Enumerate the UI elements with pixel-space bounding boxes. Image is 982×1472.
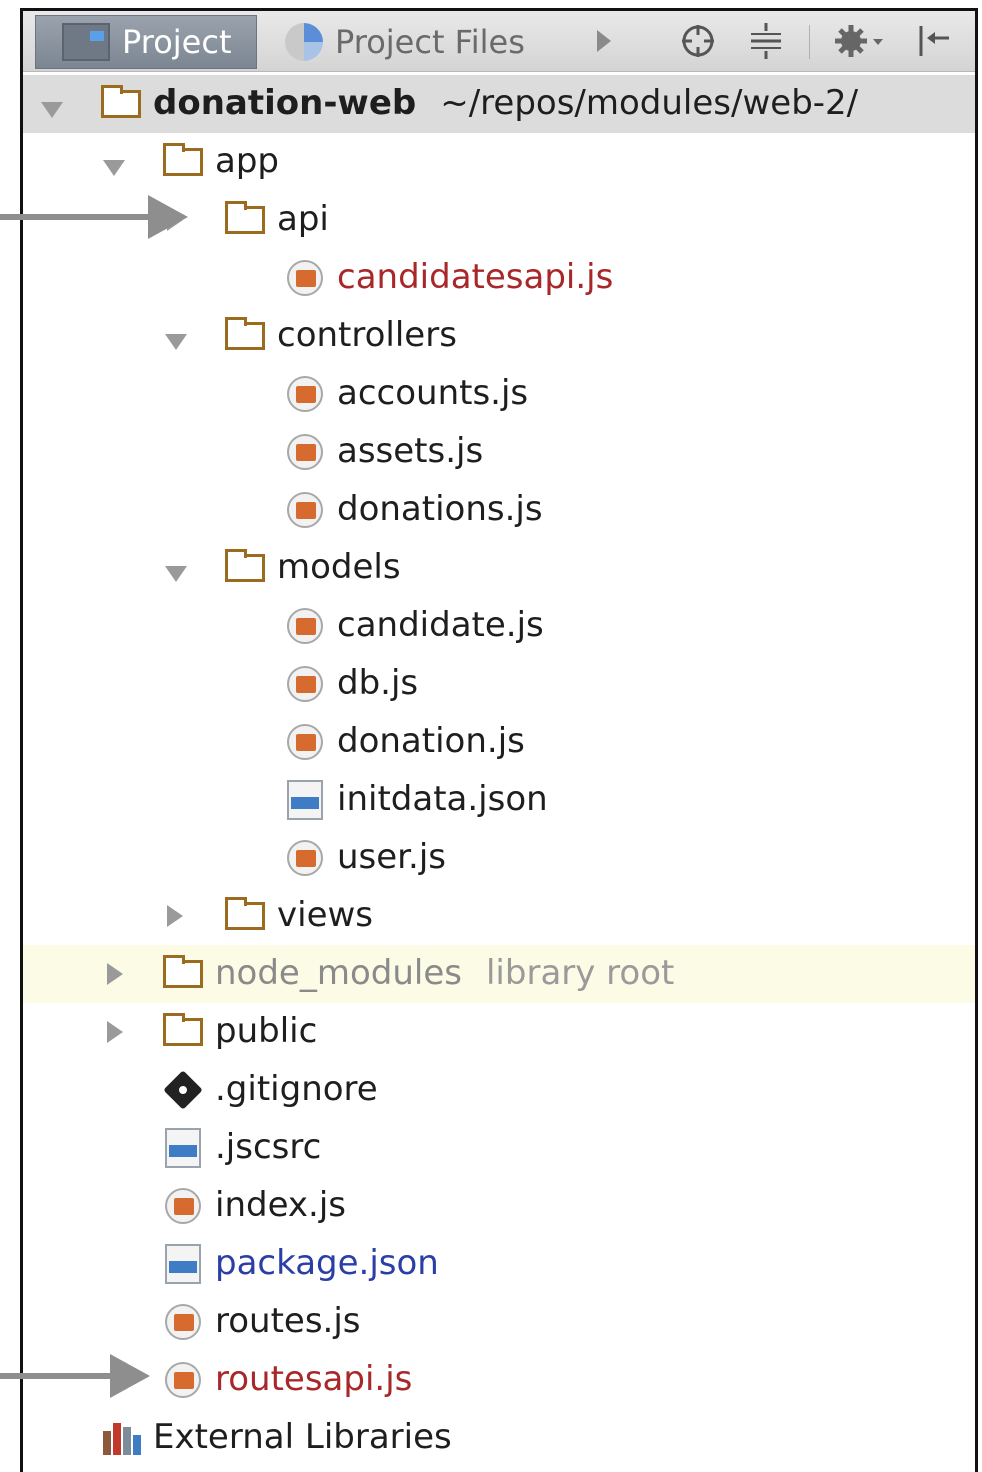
tree-item-user[interactable]: user.js: [23, 829, 975, 887]
js-file-icon: [165, 1362, 201, 1398]
gear-icon[interactable]: [831, 21, 891, 61]
tree-item-label: .jscsrc: [215, 1127, 322, 1167]
tree-item-app[interactable]: app: [23, 133, 975, 191]
tree-item-candidate[interactable]: candidate.js: [23, 597, 975, 655]
tree-item-label: candidate.js: [337, 605, 544, 645]
js-file-icon: [165, 1304, 201, 1340]
tree-item-label: controllers: [277, 315, 457, 355]
play-arrow-icon[interactable]: [589, 21, 619, 61]
tree-item-candidatesapi[interactable]: candidatesapi.js: [23, 249, 975, 307]
tree-item-donations[interactable]: donations.js: [23, 481, 975, 539]
tree-item-label: initdata.json: [337, 779, 548, 819]
tree-item-label: routesapi.js: [215, 1359, 413, 1399]
js-file-icon: [165, 1188, 201, 1224]
tree-item-label: .gitignore: [215, 1069, 378, 1109]
collapsed-arrow-icon[interactable]: [107, 963, 123, 985]
js-file-icon: [287, 608, 323, 644]
expanded-arrow-icon[interactable]: [165, 566, 187, 582]
pie-icon: [285, 23, 323, 61]
js-file-icon: [287, 376, 323, 412]
tree-item-index[interactable]: index.js: [23, 1177, 975, 1235]
tree-item-package[interactable]: package.json: [23, 1235, 975, 1293]
hide-panel-icon[interactable]: [913, 21, 957, 61]
tree-item-label: package.json: [215, 1243, 439, 1283]
folder-icon: [163, 143, 203, 176]
project-root-path: ~/repos/modules/web-2/: [440, 83, 859, 123]
tree-item-label: index.js: [215, 1185, 346, 1225]
tree-item-label: External Libraries: [153, 1417, 452, 1457]
tree-item-node-modules[interactable]: node_modules library root: [23, 945, 975, 1003]
tab-project-label: Project: [122, 23, 232, 61]
tab-project-files-label: Project Files: [335, 23, 525, 61]
expanded-arrow-icon[interactable]: [103, 160, 125, 176]
tree-item-db[interactable]: db.js: [23, 655, 975, 713]
libraries-icon: [103, 1423, 143, 1455]
tree-item-label: donations.js: [337, 489, 543, 529]
js-file-icon: [287, 260, 323, 296]
tree-item-accounts[interactable]: accounts.js: [23, 365, 975, 423]
project-root-name: donation-web: [153, 83, 417, 123]
git-file-icon: [163, 1070, 203, 1110]
tree-item-external-libraries[interactable]: External Libraries: [23, 1409, 975, 1467]
expanded-arrow-icon[interactable]: [165, 334, 187, 350]
js-file-icon: [287, 666, 323, 702]
folder-icon: [163, 955, 203, 988]
tree-item-public[interactable]: public: [23, 1003, 975, 1061]
folder-icon: [225, 317, 265, 350]
tree-item-donation[interactable]: donation.js: [23, 713, 975, 771]
folder-icon: [101, 85, 141, 118]
js-file-icon: [287, 724, 323, 760]
tree-item-routesapi[interactable]: routesapi.js: [23, 1351, 975, 1409]
tree-item-label: node_modules: [215, 953, 462, 993]
tree-item-label: models: [277, 547, 401, 587]
tree-item-label: user.js: [337, 837, 447, 877]
tree-item-views[interactable]: views: [23, 887, 975, 945]
tree-item-label: api: [277, 199, 329, 239]
crosshair-icon[interactable]: [675, 21, 721, 61]
tree-item-label: views: [277, 895, 374, 935]
project-toolbar: Project Project Files: [23, 11, 975, 72]
tree-root-row[interactable]: donation-web ~/repos/modules/web-2/: [23, 75, 975, 133]
json-file-icon: [165, 1128, 201, 1168]
toolbar-divider: [809, 25, 810, 59]
tree-item-controllers[interactable]: controllers: [23, 307, 975, 365]
tree-item-assets[interactable]: assets.js: [23, 423, 975, 481]
js-file-icon: [287, 434, 323, 470]
tree-item-jscsrc[interactable]: .jscsrc: [23, 1119, 975, 1177]
project-icon: [62, 23, 110, 61]
json-file-icon: [165, 1244, 201, 1284]
expanded-arrow-icon[interactable]: [41, 102, 63, 118]
tab-project[interactable]: Project: [35, 15, 257, 69]
collapsed-arrow-icon[interactable]: [107, 1021, 123, 1043]
collapsed-arrow-icon[interactable]: [167, 905, 183, 927]
tree-item-gitignore[interactable]: .gitignore: [23, 1061, 975, 1119]
tree-item-label: public: [215, 1011, 318, 1051]
js-file-icon: [287, 840, 323, 876]
library-root-hint: library root: [485, 953, 675, 993]
tree-item-models[interactable]: models: [23, 539, 975, 597]
folder-icon: [225, 897, 265, 930]
js-file-icon: [287, 492, 323, 528]
tree-item-label: db.js: [337, 663, 419, 703]
folder-icon: [225, 201, 265, 234]
folder-icon: [163, 1013, 203, 1046]
tree-item-label: app: [215, 141, 279, 181]
tree-item-routes[interactable]: routes.js: [23, 1293, 975, 1351]
tab-project-files[interactable]: Project Files: [259, 15, 557, 69]
tree-item-label: candidatesapi.js: [337, 257, 614, 297]
tree-item-label: routes.js: [215, 1301, 361, 1341]
tree-item-label: accounts.js: [337, 373, 529, 413]
tree-item-label: donation.js: [337, 721, 525, 761]
tree-item-initdata[interactable]: initdata.json: [23, 771, 975, 829]
folder-icon: [225, 549, 265, 582]
json-file-icon: [287, 780, 323, 820]
tree-item-label: assets.js: [337, 431, 484, 471]
collapse-icon[interactable]: [743, 21, 789, 61]
